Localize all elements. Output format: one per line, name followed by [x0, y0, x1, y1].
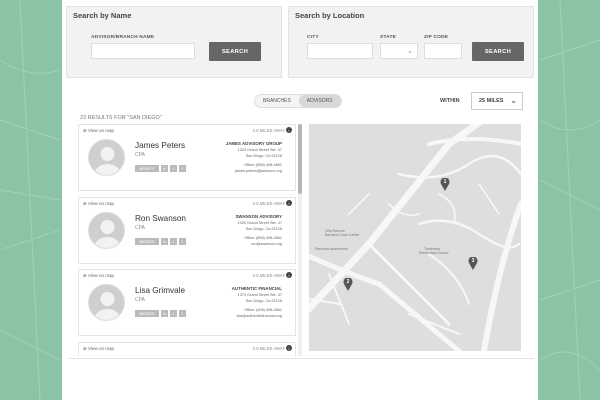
branches-advisors-toggle: BRANCHES ADVISORS: [254, 94, 342, 108]
social-links: WEBSITE in t f: [135, 310, 186, 317]
map-pin-icon[interactable]: 3: [468, 256, 478, 270]
distance-label: 2.5 MILES AWAY: [252, 201, 285, 206]
avatar: [88, 212, 125, 249]
facebook-icon[interactable]: f: [178, 165, 186, 172]
distance-label: 2.5 MILES AWAY: [252, 128, 285, 133]
advisor-branch-name-label: ADVISOR/BRANCH NAME: [91, 35, 155, 40]
search-by-location-card: Search by Location CITY STATE ⌄ ZIP CODE…: [288, 6, 534, 78]
view-on-map-link[interactable]: ⊕ View on map: [83, 273, 114, 279]
zip-code-input[interactable]: [424, 43, 462, 59]
facebook-icon[interactable]: f: [178, 310, 186, 317]
firm-name: SWANSON ADVISORY: [235, 214, 282, 219]
place-label: Elementary School: [419, 251, 449, 255]
website-button[interactable]: WEBSITE: [135, 238, 159, 245]
facebook-icon[interactable]: f: [178, 238, 186, 245]
info-icon[interactable]: i: [286, 200, 292, 206]
view-on-map-link[interactable]: ⊕ View on map: [83, 346, 114, 352]
tab-branches[interactable]: BRANCHES: [255, 95, 299, 107]
advisor-title: CPA: [135, 152, 145, 158]
firm-address: 1370 Grand Street Ste. 47 San Diego, Ca 9…: [237, 293, 282, 303]
avatar: [88, 139, 125, 176]
results-scrollbar[interactable]: [298, 124, 302, 356]
map-pin-icon[interactable]: 2: [343, 277, 353, 291]
twitter-icon[interactable]: t: [169, 238, 177, 245]
within-label: WITHIN: [440, 98, 460, 104]
firm-name: JAMES ADVISORY GROUP: [225, 141, 282, 146]
distance-label: 2.5 MILES AWAY: [252, 346, 285, 351]
contact-info: Office: (408) 408-4861 lisa@authenticfina…: [236, 308, 282, 320]
website-button[interactable]: WEBSITE: [135, 310, 159, 317]
view-on-map-link[interactable]: ⊕ View on map: [83, 201, 114, 207]
advisor-card: ⊕ View on map 2.5 MILES AWAY i Ron Swans…: [78, 197, 296, 264]
twitter-icon[interactable]: t: [169, 165, 177, 172]
chevron-down-icon: ⌄: [510, 96, 517, 105]
firm-name: AUTHENTIC FINANCIAL: [231, 286, 282, 291]
search-by-location-button[interactable]: SEARCH: [472, 42, 524, 61]
twitter-icon[interactable]: t: [169, 310, 177, 317]
advisor-card: ⊕ View on map 2.5 MILES AWAY i James Pet…: [78, 124, 296, 191]
zip-code-label: ZIP CODE: [424, 35, 449, 40]
contact-info: Office: (858) 408-4861 ron@swanson.org: [244, 236, 282, 248]
advisor-card: ⊕ View on map 2.5 MILES AWAY i Lisa Grim…: [78, 269, 296, 336]
search-by-location-title: Search by Location: [295, 11, 365, 20]
place-label: Parkview Apartments: [315, 247, 348, 251]
advisor-title: CPA: [135, 225, 145, 231]
avatar: [88, 284, 125, 321]
linkedin-icon[interactable]: in: [160, 165, 168, 172]
distance-label: 2.5 MILES AWAY: [252, 273, 285, 278]
social-links: WEBSITE in t f: [135, 238, 186, 245]
state-select[interactable]: ⌄: [380, 43, 418, 59]
email-link[interactable]: lisa@authenticfinancial.org: [237, 314, 282, 320]
advisor-name[interactable]: Ron Swanson: [135, 214, 186, 223]
advisor-results-list: ⊕ View on map 2.5 MILES AWAY i James Pet…: [78, 124, 300, 356]
advisor-branch-name-input[interactable]: [91, 43, 195, 59]
info-icon[interactable]: i: [286, 272, 292, 278]
firm-address: 1320 Grand Street Ste. 47 San Diego, Ca 9…: [237, 221, 282, 231]
info-icon[interactable]: i: [286, 127, 292, 133]
linkedin-icon[interactable]: in: [160, 310, 168, 317]
map-streets: Villa Rancho Bernardo Care Center Parkvi…: [309, 124, 521, 351]
chevron-down-icon: ⌄: [407, 48, 413, 55]
info-icon[interactable]: i: [286, 345, 292, 351]
divider: [68, 358, 534, 359]
linkedin-icon[interactable]: in: [160, 238, 168, 245]
advisor-name[interactable]: Lisa Grimvale: [135, 286, 185, 295]
advisor-card: ⊕ View on map 2.5 MILES AWAY i: [78, 342, 296, 356]
search-by-name-card: Search by Name ADVISOR/BRANCH NAME SEARC…: [66, 6, 282, 78]
email-link[interactable]: ron@swanson.org: [244, 242, 282, 248]
city-label: CITY: [307, 35, 319, 40]
within-distance-value: 25 MILES: [479, 98, 504, 104]
website-button[interactable]: WEBSITE: [135, 165, 159, 172]
search-by-name-title: Search by Name: [73, 11, 132, 20]
search-by-name-button[interactable]: SEARCH: [209, 42, 261, 61]
advisor-title: CPA: [135, 297, 145, 303]
results-count: 23 RESULTS FOR "SAN DIEGO": [80, 115, 162, 121]
social-links: WEBSITE in t f: [135, 165, 186, 172]
map-pin-icon[interactable]: 1: [440, 177, 450, 191]
advisor-name[interactable]: James Peters: [135, 141, 185, 150]
within-distance-select[interactable]: 25 MILES ⌄: [471, 92, 523, 110]
email-link[interactable]: james.peters@jadvisors.org: [235, 169, 282, 175]
view-on-map-link[interactable]: ⊕ View on map: [83, 128, 114, 134]
results-map[interactable]: Villa Rancho Bernardo Care Center Parkvi…: [309, 124, 521, 351]
contact-info: Office: (858) 408-4861 james.peters@jadvi…: [234, 163, 282, 175]
scrollbar-thumb[interactable]: [298, 124, 302, 194]
firm-address: 1320 Grand Street Ste. 47 San Diego, Ca 9…: [237, 148, 282, 158]
city-input[interactable]: [307, 43, 373, 59]
tab-advisors[interactable]: ADVISORS: [298, 95, 341, 107]
place-label: Bernardo Care Center: [325, 233, 360, 237]
state-label: STATE: [380, 35, 397, 40]
